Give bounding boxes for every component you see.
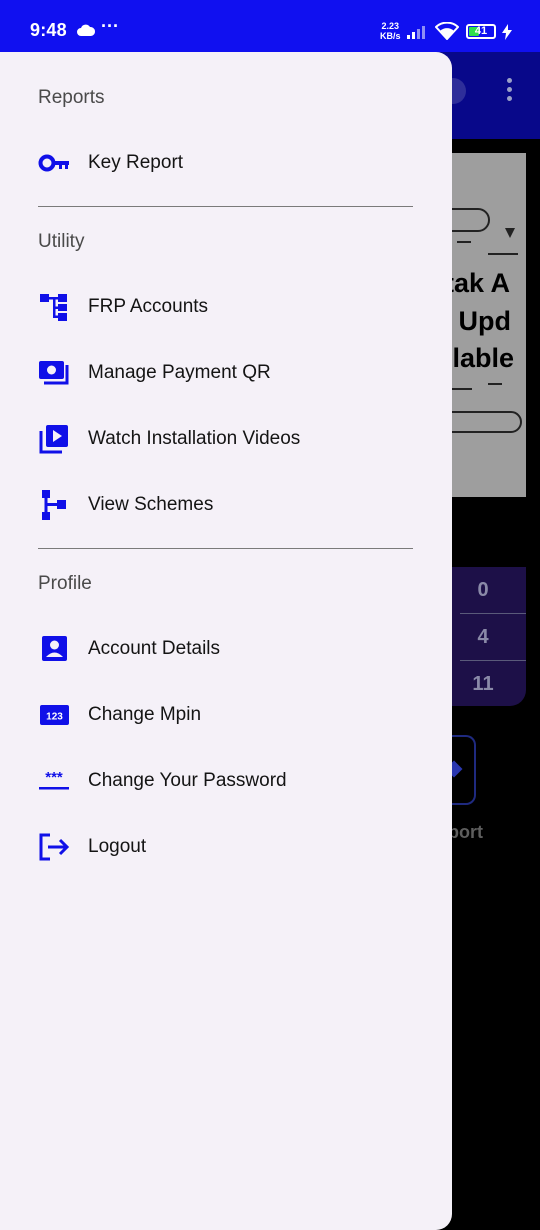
drawer-item-view-schemes[interactable]: View Schemes bbox=[0, 477, 452, 533]
drawer-item-label: View Schemes bbox=[88, 494, 214, 515]
section-title-reports: Reports bbox=[38, 87, 105, 108]
drawer-item-label: Watch Installation Videos bbox=[88, 428, 301, 449]
password-icon-text: *** bbox=[45, 769, 63, 786]
logout-icon bbox=[39, 833, 70, 861]
drawer-item-change-mpin[interactable]: 123 Change Mpin bbox=[0, 687, 452, 743]
key-icon bbox=[38, 154, 69, 172]
stat-value-2: 4 bbox=[477, 626, 489, 648]
network-speed: 2.23 KB/s bbox=[380, 21, 401, 41]
status-bar: 9:48 ··· 2.23 KB/s 41 bbox=[0, 0, 540, 52]
drawer-item-label: Change Mpin bbox=[88, 704, 202, 725]
drawer-item-label: Account Details bbox=[88, 638, 221, 659]
cloud-icon bbox=[77, 24, 96, 36]
divider bbox=[38, 548, 413, 549]
video-library-icon bbox=[39, 425, 68, 454]
more-notifications-icon: ··· bbox=[101, 16, 119, 36]
drawer-item-label: Logout bbox=[88, 836, 147, 857]
drawer-item-label: Manage Payment QR bbox=[88, 362, 271, 383]
drawer-item-label: Key Report bbox=[88, 152, 184, 173]
section-title-profile: Profile bbox=[38, 573, 92, 594]
network-speed-unit: KB/s bbox=[380, 31, 401, 41]
drawer-item-logout[interactable]: Logout bbox=[0, 819, 452, 875]
drawer-item-watch-installation-videos[interactable]: Watch Installation Videos bbox=[0, 411, 452, 467]
drawer-item-label: Change Your Password bbox=[88, 770, 287, 791]
signal-icon bbox=[407, 26, 425, 39]
drawer-item-key-report[interactable]: Key Report bbox=[0, 135, 452, 191]
drawer-item-frp-accounts[interactable]: FRP Accounts bbox=[0, 279, 452, 335]
more-options-icon[interactable] bbox=[505, 78, 513, 106]
battery-icon: 41 bbox=[466, 24, 496, 39]
divider bbox=[38, 206, 413, 207]
account-box-icon bbox=[42, 636, 67, 661]
navigation-drawer: Reports Key Report Utility FRP Accounts bbox=[0, 52, 452, 1230]
pin-icon: 123 bbox=[40, 705, 69, 725]
stat-value-3: 11 bbox=[472, 673, 494, 695]
battery-level: 41 bbox=[474, 25, 488, 37]
hierarchy-icon bbox=[40, 294, 67, 321]
section-title-utility: Utility bbox=[38, 231, 85, 252]
password-icon: *** bbox=[39, 769, 69, 790]
drawer-item-account-details[interactable]: Account Details bbox=[0, 621, 452, 677]
banner-dropdown-icon bbox=[505, 228, 515, 238]
drawer-item-label: FRP Accounts bbox=[88, 296, 209, 317]
pin-icon-text: 123 bbox=[46, 712, 63, 723]
tree-icon bbox=[42, 490, 66, 520]
wifi-icon bbox=[435, 22, 459, 40]
drawer-item-change-password[interactable]: *** Change Your Password bbox=[0, 753, 452, 809]
stats-card: 0 4 11 bbox=[440, 567, 526, 706]
status-time: 9:48 bbox=[30, 20, 67, 40]
charging-icon bbox=[502, 24, 512, 40]
network-speed-value: 2.23 bbox=[381, 21, 400, 31]
drawer-item-manage-payment-qr[interactable]: Manage Payment QR bbox=[0, 345, 452, 401]
stat-value-1: 0 bbox=[477, 579, 489, 601]
payment-icon bbox=[39, 361, 69, 385]
